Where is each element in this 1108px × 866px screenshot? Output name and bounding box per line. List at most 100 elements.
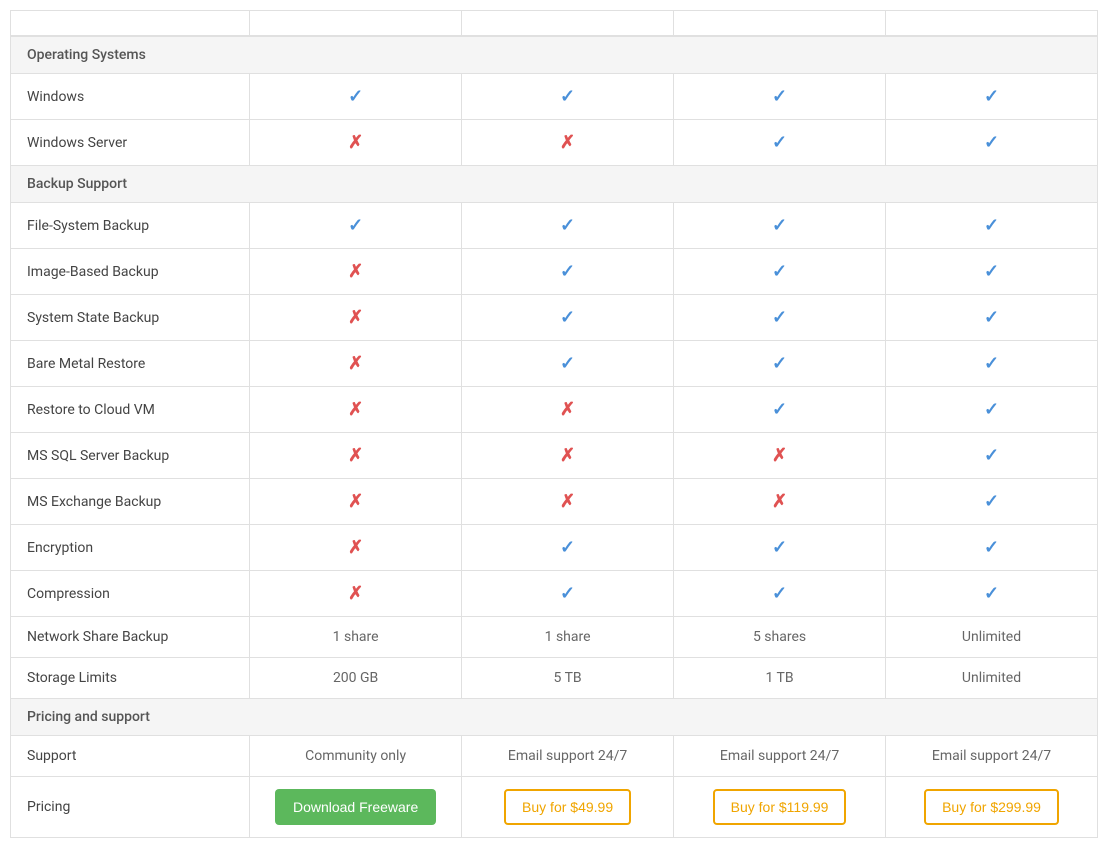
- check-icon: ✓: [560, 583, 575, 604]
- feature-cell-3: ✓: [886, 433, 1098, 479]
- feature-cell-1: ✓: [462, 203, 674, 249]
- header-windows-server: [674, 11, 886, 37]
- check-icon: ✓: [984, 132, 999, 153]
- feature-cell-2: ✓: [674, 74, 886, 120]
- section-header-row: Operating Systems: [11, 36, 1098, 74]
- feature-row: Windows Server ✗ ✗ ✓ ✓: [11, 120, 1098, 166]
- feature-cell-2: ✗: [674, 433, 886, 479]
- check-icon: ✓: [348, 215, 363, 236]
- feature-row: Storage Limits200 GB5 TB1 TBUnlimited: [11, 658, 1098, 699]
- section-header-label: Backup Support: [11, 166, 1098, 203]
- feature-label: Restore to Cloud VM: [11, 387, 250, 433]
- check-icon: ✓: [984, 491, 999, 512]
- feature-label: Windows Server: [11, 120, 250, 166]
- feature-cell-3: ✓: [886, 249, 1098, 295]
- feature-row: MS SQL Server Backup✗✗✗✓: [11, 433, 1098, 479]
- feature-row: File-System Backup✓✓✓✓: [11, 203, 1098, 249]
- feature-cell-1: ✓: [462, 74, 674, 120]
- check-icon: ✓: [560, 261, 575, 282]
- cross-icon: ✗: [560, 445, 575, 466]
- feature-cell-0: Community only: [250, 736, 462, 777]
- cross-icon: ✗: [772, 491, 787, 512]
- header-ultimate: [886, 11, 1098, 37]
- feature-cell-3: ✓: [886, 203, 1098, 249]
- feature-cell-0: ✗: [250, 525, 462, 571]
- feature-cell-3: ✓: [886, 341, 1098, 387]
- feature-cell-1: ✗: [462, 120, 674, 166]
- feature-cell-1: 1 share: [462, 617, 674, 658]
- feature-cell-0: ✗: [250, 295, 462, 341]
- header-row: [11, 11, 1098, 37]
- check-icon: ✓: [984, 353, 999, 374]
- check-icon: ✓: [348, 86, 363, 107]
- feature-row: Restore to Cloud VM ✗ ✗ ✓ ✓: [11, 387, 1098, 433]
- feature-cell-3: Email support 24/7: [886, 736, 1098, 777]
- feature-cell-3: ✓: [886, 120, 1098, 166]
- cell-text: 200 GB: [333, 670, 378, 686]
- cross-icon: ✗: [560, 491, 575, 512]
- download-freeware-button[interactable]: Download Freeware: [275, 789, 436, 825]
- feature-cell-0: 200 GB: [250, 658, 462, 699]
- feature-cell-3: ✓: [886, 295, 1098, 341]
- feature-row: System State Backup✗✓✓✓: [11, 295, 1098, 341]
- pricing-cell-3: Buy for $299.99: [886, 777, 1098, 838]
- feature-cell-2: ✓: [674, 203, 886, 249]
- feature-row: SupportCommunity onlyEmail support 24/7E…: [11, 736, 1098, 777]
- cross-icon: ✗: [348, 132, 363, 153]
- buy-button-3[interactable]: Buy for $299.99: [924, 789, 1059, 825]
- feature-cell-2: ✗: [674, 479, 886, 525]
- check-icon: ✓: [984, 445, 999, 466]
- cell-text: Email support 24/7: [932, 748, 1051, 764]
- pricing-row: Pricing Download Freeware Buy for $49.99 Bu…: [11, 777, 1098, 838]
- check-icon: ✓: [560, 307, 575, 328]
- cell-text: 1 share: [545, 629, 591, 645]
- feature-row: Bare Metal Restore✗✓✓✓: [11, 341, 1098, 387]
- feature-cell-0: ✓: [250, 203, 462, 249]
- section-header-label: Pricing and support: [11, 699, 1098, 736]
- cell-text: Unlimited: [962, 629, 1021, 645]
- cross-icon: ✗: [348, 261, 363, 282]
- feature-cell-1: ✓: [462, 341, 674, 387]
- feature-cell-3: Unlimited: [886, 658, 1098, 699]
- check-icon: ✓: [772, 353, 787, 374]
- feature-cell-0: ✗: [250, 571, 462, 617]
- feature-cell-3: ✓: [886, 387, 1098, 433]
- feature-label: Pricing: [11, 777, 250, 838]
- cell-text: 5 shares: [753, 629, 806, 645]
- header-windows-free: [250, 11, 462, 37]
- feature-cell-1: Email support 24/7: [462, 736, 674, 777]
- feature-cell-0: ✗: [250, 479, 462, 525]
- cross-icon: ✗: [348, 307, 363, 328]
- feature-cell-2: 1 TB: [674, 658, 886, 699]
- check-icon: ✓: [560, 537, 575, 558]
- check-icon: ✓: [984, 399, 999, 420]
- feature-row: Windows✓✓✓✓: [11, 74, 1098, 120]
- cross-icon: ✗: [772, 445, 787, 466]
- feature-label: System State Backup: [11, 295, 250, 341]
- feature-cell-1: ✓: [462, 295, 674, 341]
- feature-cell-2: ✓: [674, 249, 886, 295]
- section-header-row: Backup Support: [11, 166, 1098, 203]
- feature-cell-1: ✗: [462, 479, 674, 525]
- feature-label: Bare Metal Restore: [11, 341, 250, 387]
- feature-label: MS Exchange Backup: [11, 479, 250, 525]
- feature-label: Storage Limits: [11, 658, 250, 699]
- cell-text: Email support 24/7: [720, 748, 839, 764]
- check-icon: ✓: [772, 399, 787, 420]
- check-icon: ✓: [772, 86, 787, 107]
- feature-cell-3: ✓: [886, 525, 1098, 571]
- cross-icon: ✗: [348, 399, 363, 420]
- feature-cell-3: ✓: [886, 479, 1098, 525]
- feature-cell-1: ✗: [462, 387, 674, 433]
- feature-cell-2: 5 shares: [674, 617, 886, 658]
- feature-row: Image-Based Backup✗✓✓✓: [11, 249, 1098, 295]
- feature-cell-0: ✗: [250, 120, 462, 166]
- feature-cell-2: ✓: [674, 295, 886, 341]
- feature-label: Network Share Backup: [11, 617, 250, 658]
- buy-button-2[interactable]: Buy for $119.99: [713, 789, 847, 825]
- buy-button-1[interactable]: Buy for $49.99: [504, 789, 631, 825]
- check-icon: ✓: [984, 537, 999, 558]
- check-icon: ✓: [772, 132, 787, 153]
- feature-cell-2: ✓: [674, 341, 886, 387]
- check-icon: ✓: [984, 215, 999, 236]
